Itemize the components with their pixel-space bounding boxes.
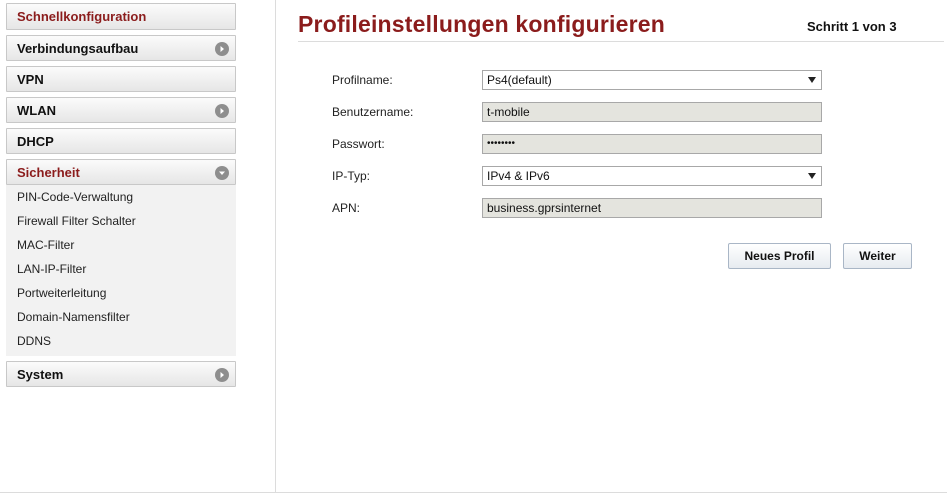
- submenu-item-pin-code[interactable]: PIN-Code-Verwaltung: [6, 185, 236, 209]
- submenu-item-domain-filter[interactable]: Domain-Namensfilter: [6, 305, 236, 329]
- submenu-item-lan-ip-filter[interactable]: LAN-IP-Filter: [6, 257, 236, 281]
- security-submenu: PIN-Code-Verwaltung Firewall Filter Scha…: [6, 185, 236, 356]
- submenu-item-ddns[interactable]: DDNS: [6, 329, 236, 353]
- sidebar-item-label: VPN: [17, 72, 44, 87]
- apn-field[interactable]: business.gprsinternet: [482, 198, 822, 218]
- sidebar-item-verbindungsaufbau[interactable]: Verbindungsaufbau: [6, 35, 236, 61]
- form-row-apn: APN: business.gprsinternet: [332, 198, 822, 218]
- chevron-down-icon: [215, 166, 229, 180]
- sidebar-item-sicherheit[interactable]: Sicherheit: [6, 159, 236, 185]
- next-button[interactable]: Weiter: [843, 243, 912, 269]
- profile-select[interactable]: Ps4(default): [482, 70, 822, 90]
- sidebar-item-label: System: [17, 367, 64, 382]
- form-row-password: Passwort: ••••••••: [332, 134, 822, 154]
- password-label: Passwort:: [332, 137, 385, 151]
- sidebar-item-wlan[interactable]: WLAN: [6, 97, 236, 123]
- iptype-select[interactable]: IPv4 & IPv6: [482, 166, 822, 186]
- page-title: Profileinstellungen konfigurieren: [298, 11, 665, 37]
- dropdown-arrow-icon: [808, 173, 816, 179]
- sidebar-item-label: Schnellkonfiguration: [17, 9, 147, 24]
- chevron-right-icon: [215, 104, 229, 118]
- title-divider: [298, 41, 944, 42]
- sidebar-item-label: WLAN: [17, 103, 56, 118]
- sidebar-item-vpn[interactable]: VPN: [6, 66, 236, 92]
- form-row-profile: Profilname: Ps4(default): [332, 70, 822, 90]
- username-field[interactable]: t-mobile: [482, 102, 822, 122]
- footer-divider: [0, 492, 947, 493]
- sidebar-item-dhcp[interactable]: DHCP: [6, 128, 236, 154]
- form-row-username: Benutzername: t-mobile: [332, 102, 822, 122]
- submenu-item-port-forwarding[interactable]: Portweiterleitung: [6, 281, 236, 305]
- chevron-right-icon: [215, 368, 229, 382]
- iptype-select-value: IPv4 & IPv6: [487, 169, 550, 183]
- sidebar-item-schnellkonfiguration[interactable]: Schnellkonfiguration: [6, 3, 236, 30]
- step-indicator: Schritt 1 von 3: [807, 19, 897, 34]
- sidebar-item-system[interactable]: System: [6, 361, 236, 387]
- submenu-item-mac-filter[interactable]: MAC-Filter: [6, 233, 236, 257]
- chevron-right-icon: [215, 42, 229, 56]
- profile-label: Profilname:: [332, 73, 393, 87]
- apn-label: APN:: [332, 201, 361, 215]
- password-field[interactable]: ••••••••: [482, 134, 822, 154]
- sidebar-item-label: DHCP: [17, 134, 54, 149]
- sidebar-divider: [275, 0, 276, 492]
- sidebar-item-label: Sicherheit: [17, 165, 80, 180]
- profile-select-value: Ps4(default): [487, 73, 552, 87]
- form-row-iptype: IP-Typ: IPv4 & IPv6: [332, 166, 822, 186]
- sidebar-item-label: Verbindungsaufbau: [17, 41, 139, 56]
- username-label: Benutzername:: [332, 105, 414, 119]
- iptype-label: IP-Typ:: [332, 169, 371, 183]
- submenu-item-firewall-switch[interactable]: Firewall Filter Schalter: [6, 209, 236, 233]
- dropdown-arrow-icon: [808, 77, 816, 83]
- sidebar-nav: Schnellkonfiguration Verbindungsaufbau V…: [6, 3, 236, 392]
- new-profile-button[interactable]: Neues Profil: [728, 243, 831, 269]
